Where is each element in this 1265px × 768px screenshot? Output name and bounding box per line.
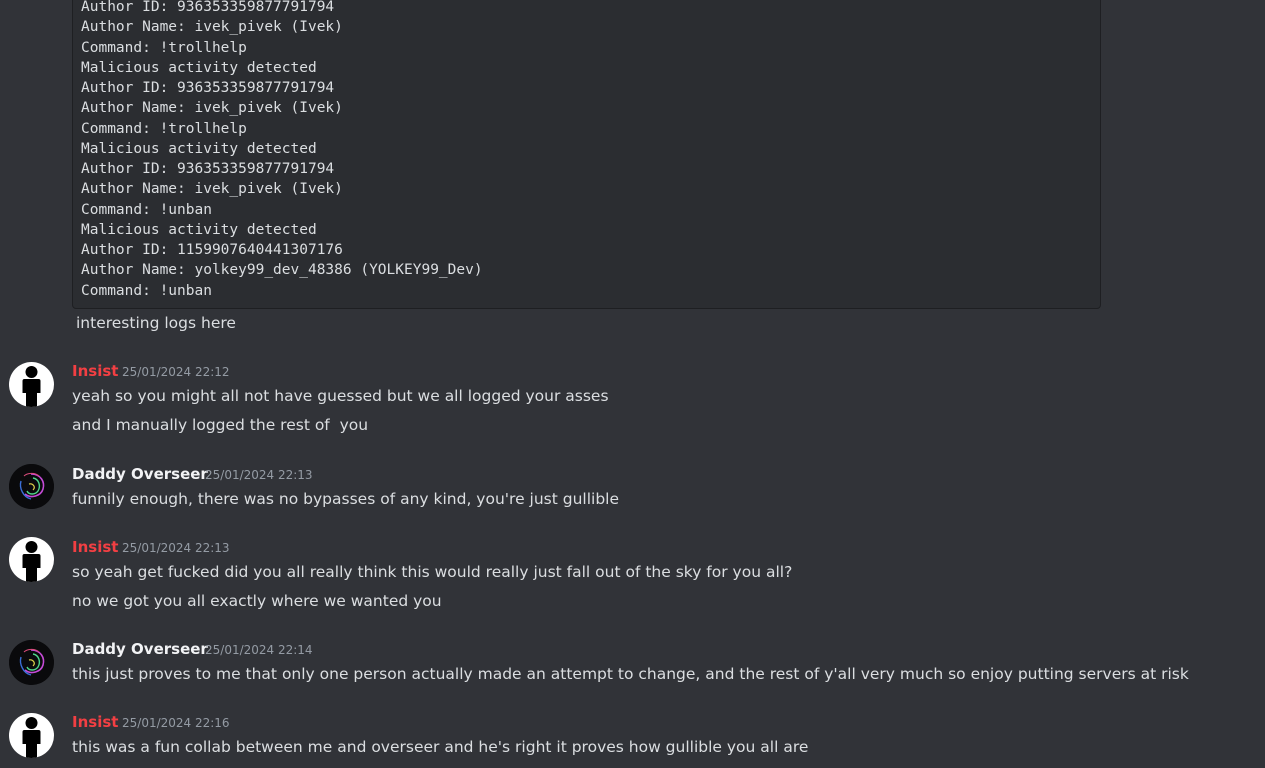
message-timestamp: 25/01/2024 22:16 [122,716,230,730]
message-text: this was a fun collab between me and ove… [72,738,809,756]
message-text: yeah so you might all not have guessed b… [72,387,609,405]
code-line: Malicious activity detected [81,141,317,157]
code-line: Command: !trollhelp [81,121,247,137]
author-name[interactable]: Insist [72,712,118,732]
code-line: Author Name: ivek_pivek (Ivek) [81,19,343,35]
message-text: so yeah get fucked did you all really th… [72,563,793,581]
code-line: Author Name: yolkey99_dev_48386 (YOLKEY9… [81,262,483,278]
message-text: funnily enough, there was no bypasses of… [72,490,620,508]
person-silhouette-icon[interactable] [9,362,54,407]
code-line: Author ID: 936353359877791794 [81,0,335,15]
code-block: Author ID: 936353359877791794 Author Nam… [72,0,1101,309]
code-line: Author Name: ivek_pivek (Ivek) [81,181,343,197]
code-line: Command: !trollhelp [81,40,247,56]
person-silhouette-icon[interactable] [9,713,54,758]
message-text: this just proves to me that only one per… [72,665,1189,683]
author-name[interactable]: Daddy Overseer [72,639,208,659]
swirl-avatar-icon[interactable] [9,464,54,509]
swirl-avatar-icon[interactable] [9,640,54,685]
message-text: no we got you all exactly where we wante… [72,592,442,610]
message-text: interesting logs here [76,314,236,332]
message-timestamp: 25/01/2024 22:12 [122,365,230,379]
code-line: Author ID: 936353359877791794 [81,80,335,96]
code-line: Malicious activity detected [81,60,317,76]
message-timestamp: 25/01/2024 22:13 [205,468,313,482]
author-name[interactable]: Daddy Overseer [72,464,208,484]
code-line: Author ID: 1159907640441307176 [81,242,343,258]
code-line: Author Name: ivek_pivek (Ivek) [81,100,343,116]
code-line: Command: !unban [81,283,212,299]
author-name[interactable]: Insist [72,537,118,557]
message-text: and I manually logged the rest of you [72,416,369,434]
code-line: Malicious activity detected [81,222,317,238]
code-line: Author ID: 936353359877791794 [81,161,335,177]
message-timestamp: 25/01/2024 22:13 [122,541,230,555]
message-timestamp: 25/01/2024 22:14 [205,643,313,657]
author-name[interactable]: Insist [72,361,118,381]
code-line: Command: !unban [81,202,212,218]
person-silhouette-icon[interactable] [9,537,54,582]
